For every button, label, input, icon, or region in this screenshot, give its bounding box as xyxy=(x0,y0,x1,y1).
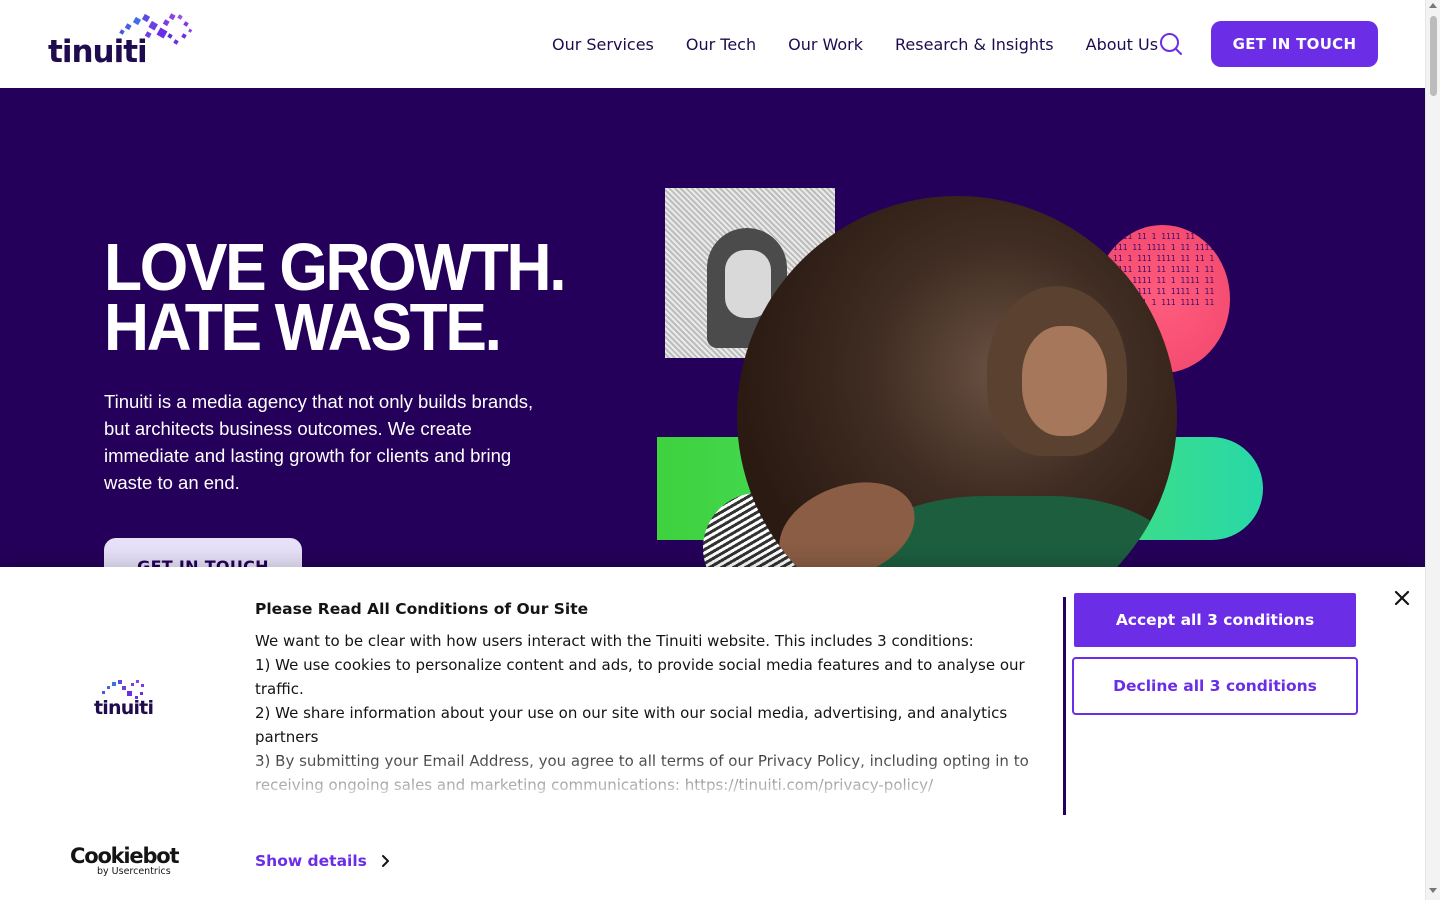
nav-about-us[interactable]: About Us xyxy=(1086,35,1158,54)
nav-our-work[interactable]: Our Work xyxy=(788,35,863,54)
scroll-down-arrow-icon[interactable] xyxy=(1429,888,1437,893)
photo-face-man xyxy=(1022,326,1107,436)
show-details-label: Show details xyxy=(255,852,367,870)
nav-research-insights[interactable]: Research & Insights xyxy=(895,35,1054,54)
cookiebot-brand: Cookiebot xyxy=(70,844,180,868)
search-icon xyxy=(1160,33,1182,55)
logo-wordmark: tinuiti xyxy=(48,34,148,70)
consent-tinuiti-logo: tinuiti xyxy=(92,679,156,727)
nav-our-tech[interactable]: Our Tech xyxy=(686,35,756,54)
scroll-thumb[interactable] xyxy=(1430,16,1437,96)
cookiebot-sub: by Usercentrics xyxy=(97,866,171,877)
cookie-consent-banner: tinuiti Please Read All Conditions of Ou… xyxy=(0,567,1425,900)
page-scrollbar[interactable] xyxy=(1425,0,1440,900)
chevron-right-icon xyxy=(381,855,389,867)
close-consent-button[interactable] xyxy=(1391,587,1413,609)
main-nav: Our Services Our Tech Our Work Research … xyxy=(552,30,1190,58)
hero-title-line-1: LOVE GROWTH. xyxy=(104,230,567,305)
cookiebot-logo[interactable]: Cookiebot by Usercentrics xyxy=(70,845,180,877)
accept-all-button[interactable]: Accept all 3 conditions xyxy=(1074,593,1356,647)
get-in-touch-hero-button[interactable]: GET IN TOUCH xyxy=(104,538,302,568)
consent-logo-wordmark: tinuiti xyxy=(94,697,154,719)
consent-body[interactable]: We want to be clear with how users inter… xyxy=(255,629,1055,794)
search-button[interactable] xyxy=(1158,31,1184,57)
hero-title-line-2: HATE WASTE. xyxy=(104,290,502,365)
site-header: tinuiti Our Services Our Tech Our Work R… xyxy=(0,0,1425,88)
consent-condition-3: 3) By submitting your Email Address, you… xyxy=(255,752,1029,794)
nav-our-services[interactable]: Our Services xyxy=(552,35,654,54)
scroll-up-arrow-icon[interactable] xyxy=(1429,3,1437,8)
tinuiti-logo[interactable]: tinuiti xyxy=(48,12,193,70)
consent-condition-1: 1) We use cookies to personalize content… xyxy=(255,656,1025,698)
page: tinuiti Our Services Our Tech Our Work R… xyxy=(0,0,1440,900)
decline-all-button[interactable]: Decline all 3 conditions xyxy=(1072,657,1358,715)
consent-intro: We want to be clear with how users inter… xyxy=(255,632,974,650)
get-in-touch-header-button[interactable]: GET IN TOUCH xyxy=(1211,21,1378,67)
close-icon xyxy=(1394,590,1410,606)
consent-condition-2: 2) We share information about your use o… xyxy=(255,704,1008,746)
show-details-link[interactable]: Show details xyxy=(255,851,391,871)
hero-description: Tinuiti is a media agency that not only … xyxy=(104,391,534,493)
hero-title: LOVE GROWTH. HATE WASTE. xyxy=(104,230,588,365)
consent-divider xyxy=(1063,597,1066,815)
consent-title: Please Read All Conditions of Our Site xyxy=(255,600,589,618)
